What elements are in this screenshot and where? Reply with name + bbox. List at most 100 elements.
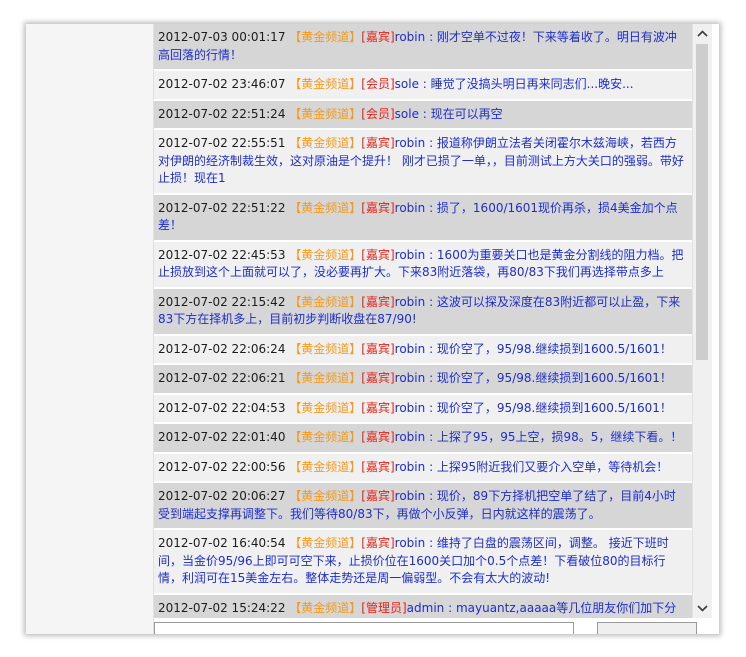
message-role-badge: [嘉宾] [361,200,395,215]
scroll-up-icon[interactable] [693,24,712,43]
message-separator: : [425,200,437,215]
chat-message: 2012-07-02 20:06:27 【黄金频道】[嘉宾]robin : 现价… [154,483,692,530]
message-separator: : [425,294,437,309]
chat-message: 2012-07-02 22:15:42 【黄金频道】[嘉宾]robin : 这波… [154,288,692,336]
message-separator: : [425,459,437,474]
chat-message: 2012-07-02 22:45:53 【黄金频道】[嘉宾]robin : 16… [154,241,692,289]
message-role-badge: [管理员] [361,600,407,615]
message-channel: 【黄金频道】 [289,294,362,309]
message-separator: : [425,371,437,385]
message-channel: 【黄金频道】 [289,247,362,262]
message-time: 2012-07-02 23:46:07 [158,77,286,91]
message-username[interactable]: robin [395,342,426,356]
message-role-badge: [嘉宾] [361,459,395,474]
message-text: 上探了95，95上空，损98。5，继续下看。！ [436,430,683,444]
message-time: 2012-07-02 22:51:22 [158,200,286,215]
message-role-badge: [会员] [361,106,395,121]
message-role-badge: [嘉宾] [361,430,395,444]
message-text: 现价空了，95/98.继续损到1600.5/1601！ [436,371,672,385]
message-channel: 【黄金频道】 [289,136,362,150]
chat-message: 2012-07-02 16:40:54 【黄金频道】[嘉宾]robin : 维持… [154,530,692,595]
message-time: 2012-07-02 16:40:54 [158,536,286,550]
message-time: 2012-07-02 22:51:24 [158,106,286,121]
message-time: 2012-07-02 22:15:42 [158,294,286,309]
chat-message: 2012-07-02 22:55:51 【黄金频道】[嘉宾]robin : 报道… [154,130,692,195]
message-time: 2012-07-02 22:01:40 [158,430,286,444]
message-separator: : [425,489,437,503]
message-time: 2012-07-02 22:55:51 [158,136,286,150]
chat-message: 2012-07-02 23:46:07 【黄金频道】[会员]sole : 睡觉了… [154,71,692,101]
message-time: 2012-07-02 15:24:22 [158,600,286,615]
chat-message: 2012-07-02 22:51:22 【黄金频道】[嘉宾]robin : 损了… [154,194,692,242]
message-separator: : [425,30,437,44]
message-role-badge: [嘉宾] [361,30,395,44]
message-role-badge: [嘉宾] [361,247,395,262]
message-username[interactable]: robin [395,430,426,444]
chat-scrollbar[interactable] [692,24,712,618]
message-text: 现在可以再空 [430,106,503,121]
message-separator: : [425,536,437,550]
send-button[interactable] [597,622,697,634]
chat-message: 2012-07-02 22:06:24 【黄金频道】[嘉宾]robin : 现价… [154,335,692,365]
message-text: 上探95附近我们又要介入空单，等待机会！ [436,459,669,474]
message-username[interactable]: robin [395,136,426,150]
message-role-badge: [嘉宾] [361,136,395,150]
message-channel: 【黄金频道】 [289,430,362,444]
message-separator: : [425,136,437,150]
message-text: 现价空了，95/98.继续损到1600.5/1601！ [436,400,672,415]
message-username[interactable]: robin [395,536,426,550]
message-channel: 【黄金频道】 [289,200,362,215]
scrollbar-thumb[interactable] [696,44,708,360]
message-username[interactable]: robin [395,248,426,262]
message-role-badge: [嘉宾] [361,489,395,503]
message-time: 2012-07-02 20:06:27 [158,489,286,503]
message-role-badge: [嘉宾] [361,294,395,309]
message-time: 2012-07-02 22:04:53 [158,400,286,415]
message-role-badge: [嘉宾] [361,536,395,550]
message-time: 2012-07-02 22:06:21 [158,371,286,385]
message-channel: 【黄金频道】 [289,600,362,615]
message-channel: 【黄金频道】 [289,536,362,550]
message-username[interactable]: robin [395,201,426,215]
message-username[interactable]: robin [395,30,426,44]
chat-message: 2012-07-02 22:00:56 【黄金频道】[嘉宾]robin : 上探… [154,453,692,483]
message-role-badge: [嘉宾] [361,371,395,385]
message-role-badge: [会员] [361,77,395,91]
chat-message: 2012-07-02 22:51:24 【黄金频道】[会员]sole : 现在可… [154,100,692,130]
chat-window: 2012-07-03 00:01:17 【黄金频道】[嘉宾]robin : 刚才… [26,24,719,634]
message-separator: : [425,247,437,262]
message-input[interactable] [154,622,574,634]
message-time: 2012-07-03 00:01:17 [158,30,286,44]
message-text: 现价空了，95/98.继续损到1600.5/1601！ [436,341,672,356]
message-username[interactable]: robin [395,401,426,415]
chat-message-list[interactable]: 2012-07-03 00:01:17 【黄金频道】[嘉宾]robin : 刚才… [154,24,692,618]
chat-message: 2012-07-02 22:06:21 【黄金频道】[嘉宾]robin : 现价… [154,365,692,395]
message-username[interactable]: robin [395,489,426,503]
message-username[interactable]: admin [407,601,445,615]
message-username[interactable]: sole [395,107,419,121]
message-username[interactable]: robin [395,371,426,385]
chat-message: 2012-07-03 00:01:17 【黄金频道】[嘉宾]robin : 刚才… [154,24,692,71]
message-role-badge: [嘉宾] [361,400,395,415]
message-time: 2012-07-02 22:00:56 [158,459,286,474]
message-channel: 【黄金频道】 [289,459,362,474]
message-username[interactable]: robin [395,295,426,309]
chat-message: 2012-07-02 15:24:22 【黄金频道】[管理员]admin : m… [154,594,692,618]
chat-message: 2012-07-02 22:04:53 【黄金频道】[嘉宾]robin : 现价… [154,394,692,424]
message-text: 睡觉了没搞头明日再来同志们...晚安... [430,77,634,91]
message-username[interactable]: robin [395,460,426,474]
message-separator: : [425,341,437,356]
message-channel: 【黄金频道】 [289,489,362,503]
message-role-badge: [嘉宾] [361,341,395,356]
message-channel: 【黄金频道】 [289,371,362,385]
scroll-down-icon[interactable] [693,599,712,618]
message-channel: 【黄金频道】 [289,341,362,356]
message-separator: : [418,106,431,121]
message-time: 2012-07-02 22:06:24 [158,341,286,356]
chat-message: 2012-07-02 22:01:40 【黄金频道】[嘉宾]robin : 上探… [154,424,692,454]
message-username[interactable]: sole [395,77,419,91]
message-channel: 【黄金频道】 [289,77,362,91]
message-channel: 【黄金频道】 [289,106,362,121]
message-separator: : [425,400,437,415]
message-separator: : [418,77,431,91]
